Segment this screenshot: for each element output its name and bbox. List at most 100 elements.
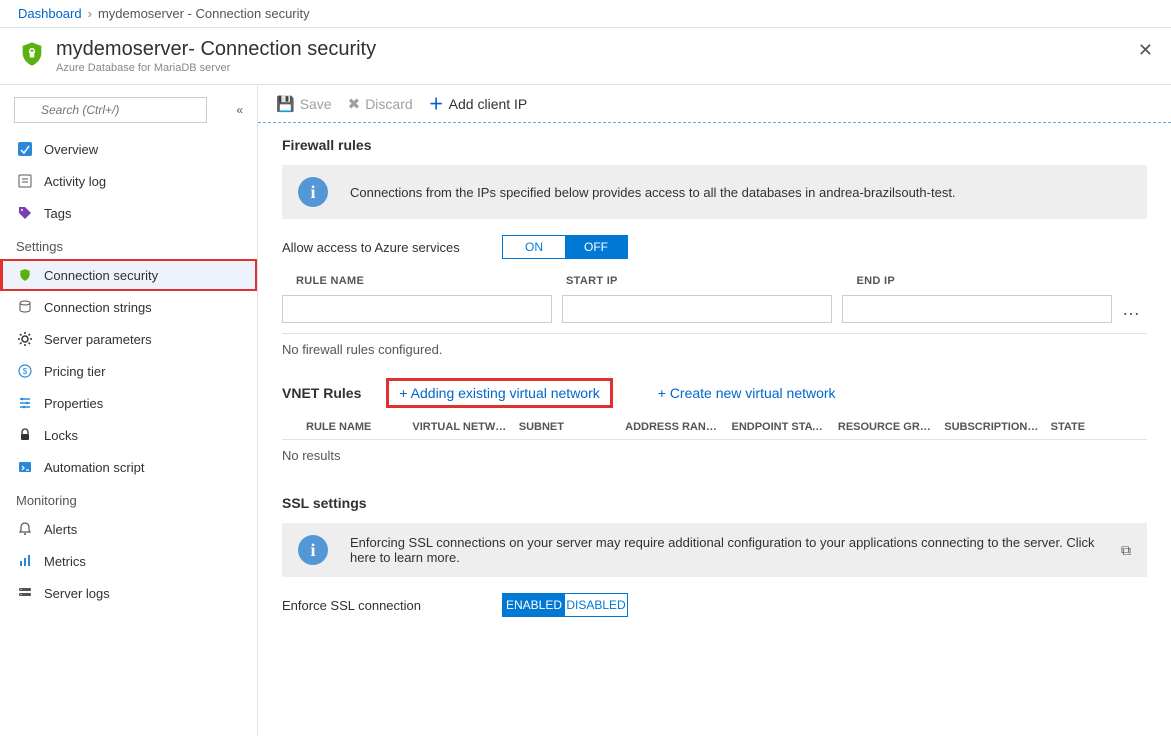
vnet-col-resource-group: RESOURCE GROUP [838,421,934,433]
toggle-off-option[interactable]: OFF [565,236,627,258]
sidebar-item-label: Tags [44,206,71,221]
ssl-title: SSL settings [282,495,1147,511]
save-icon: 💾 [276,95,295,113]
vnet-col-address-range: ADDRESS RANGE [625,421,721,433]
ssl-enabled-option[interactable]: ENABLED [503,594,565,616]
sidebar-item-server-parameters[interactable]: Server parameters [0,323,257,355]
vnet-col-state: STATE [1051,421,1147,433]
firewall-new-row: … [282,295,1147,323]
page-header: mydemoserver- Connection security Azure … [0,28,1171,85]
ssl-info-banner: i Enforcing SSL connections on your serv… [282,523,1147,577]
col-rule-name: RULE NAME [296,275,566,287]
breadcrumb-current: mydemoserver - Connection security [98,6,310,21]
enforce-ssl-label: Enforce SSL connection [282,598,502,613]
sidebar-item-label: Locks [44,428,78,443]
info-icon: i [298,177,328,207]
enforce-ssl-toggle[interactable]: ENABLED DISABLED [502,593,628,617]
sidebar-item-properties[interactable]: Properties [0,387,257,419]
firewall-row-more-button[interactable]: … [1122,299,1142,320]
svg-text:$: $ [23,367,28,376]
create-new-vnet-link[interactable]: + Create new virtual network [658,385,836,401]
breadcrumb-root-link[interactable]: Dashboard [18,6,82,21]
discard-icon: ✖ [348,95,361,113]
overview-icon [16,140,34,158]
breadcrumb: Dashboard › mydemoserver - Connection se… [0,0,1171,28]
sidebar-item-metrics[interactable]: Metrics [0,545,257,577]
sidebar-item-label: Automation script [44,460,144,475]
toggle-on-option[interactable]: ON [503,236,565,258]
info-icon: i [298,535,328,565]
tags-icon [16,204,34,222]
sidebar-item-pricing-tier[interactable]: $ Pricing tier [0,355,257,387]
vnet-col-virtual-network: VIRTUAL NETWO… [412,421,508,433]
sidebar-group-settings: Settings [0,229,257,259]
firewall-title: Firewall rules [282,137,1147,153]
sidebar: 🔍 « Overview Activity log Tags Settings … [0,85,258,736]
sidebar-item-label: Overview [44,142,98,157]
sidebar-item-label: Activity log [44,174,106,189]
sidebar-search-input[interactable] [14,97,207,123]
divider [282,333,1147,334]
sidebar-group-monitoring: Monitoring [0,483,257,513]
shield-icon [18,40,46,68]
firewall-end-ip-input[interactable] [842,295,1112,323]
sidebar-item-automation-script[interactable]: Automation script [0,451,257,483]
vnet-col-endpoint-status: ENDPOINT STAT… [732,421,828,433]
sidebar-item-connection-security[interactable]: Connection security [0,259,257,291]
sidebar-item-label: Pricing tier [44,364,105,379]
plus-icon: ＋ [429,93,444,114]
collapse-sidebar-button[interactable]: « [236,103,243,117]
breadcrumb-separator: › [88,6,92,21]
sidebar-item-alerts[interactable]: Alerts [0,513,257,545]
lock-icon [16,426,34,444]
sidebar-item-server-logs[interactable]: Server logs [0,577,257,609]
page-subtitle: Azure Database for MariaDB server [56,62,376,74]
activity-log-icon [16,172,34,190]
pricing-tier-icon: $ [16,362,34,380]
firewall-rule-name-input[interactable] [282,295,552,323]
firewall-start-ip-input[interactable] [562,295,832,323]
main-content: 💾 Save ✖ Discard ＋ Add client IP Firewal… [258,85,1171,736]
allow-azure-toggle[interactable]: ON OFF [502,235,628,259]
vnet-col-subscription-id: SUBSCRIPTION ID [944,421,1040,433]
metrics-icon [16,552,34,570]
col-end-ip: END IP [857,275,1148,287]
vnet-col-subnet: SUBNET [519,421,615,433]
sidebar-item-label: Server logs [44,586,110,601]
sidebar-item-locks[interactable]: Locks [0,419,257,451]
sidebar-item-overview[interactable]: Overview [0,133,257,165]
ssl-disabled-option[interactable]: DISABLED [565,594,627,616]
popout-icon[interactable]: ⧉ [1121,542,1131,559]
add-existing-vnet-link[interactable]: + Adding existing virtual network [389,381,609,405]
sidebar-item-tags[interactable]: Tags [0,197,257,229]
vnet-columns: RULE NAME VIRTUAL NETWO… SUBNET ADDRESS … [282,415,1147,439]
page-title: mydemoserver- Connection security [56,38,376,61]
vnet-col-rule-name: RULE NAME [306,421,402,433]
server-logs-icon [16,584,34,602]
connection-strings-icon [16,298,34,316]
save-button[interactable]: 💾 Save [276,95,332,113]
discard-label: Discard [365,96,412,112]
vnet-empty-text: No results [282,439,1147,471]
firewall-info-text: Connections from the IPs specified below… [350,185,1131,200]
ssl-info-text[interactable]: Enforcing SSL connections on your server… [350,535,1111,565]
shield-small-icon [16,266,34,284]
col-start-ip: START IP [566,275,857,287]
automation-script-icon [16,458,34,476]
sidebar-item-label: Properties [44,396,103,411]
properties-icon [16,394,34,412]
discard-button[interactable]: ✖ Discard [348,95,413,113]
close-button[interactable]: ✕ [1138,40,1153,61]
add-client-ip-label: Add client IP [449,96,528,112]
allow-azure-label: Allow access to Azure services [282,240,502,255]
sidebar-item-connection-strings[interactable]: Connection strings [0,291,257,323]
save-label: Save [300,96,332,112]
gear-icon [16,330,34,348]
add-client-ip-button[interactable]: ＋ Add client IP [429,93,528,114]
ssl-settings-section: SSL settings i Enforcing SSL connections… [258,481,1171,643]
firewall-empty-text: No firewall rules configured. [282,342,1147,357]
sidebar-item-label: Connection security [44,268,158,283]
firewall-info-banner: i Connections from the IPs specified bel… [282,165,1147,219]
sidebar-item-activity-log[interactable]: Activity log [0,165,257,197]
sidebar-item-label: Metrics [44,554,86,569]
